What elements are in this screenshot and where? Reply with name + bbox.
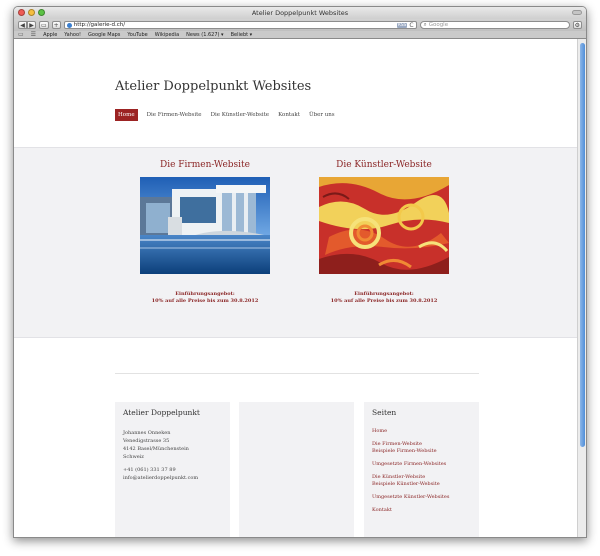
page-viewport: Atelier Doppelpunkt Websites Home Die Fi… [14,39,579,537]
contact-email[interactable]: info@atelierdoppelpunkt.com [123,474,198,482]
rss-button[interactable]: RSS [396,22,408,28]
address-line: Venedigstrasse 35 [123,438,170,444]
bookmark-item[interactable]: YouTube [127,32,147,38]
main-nav: Home Die Firmen-Website Die Künstler-Web… [115,109,335,121]
grid-icon[interactable]: ☰ [31,31,36,38]
bookmarks-bar: ▭ ☰ Apple Yahoo! Google Maps YouTube Wik… [14,31,586,39]
show-tabs-button[interactable]: ▭ [39,21,49,29]
feature-title[interactable]: Die Künstler-Website [304,160,464,170]
nav-item-firmen-website[interactable]: Die Firmen-Website [147,109,202,121]
footer-link-kontakt[interactable]: Kontakt [372,507,449,514]
footer-link-beispiele-kuenstler[interactable]: Beispiele Künstler-Website [372,481,449,488]
offer-line-2: 10% auf alle Preise bis zum 30.8.2012 [330,297,438,304]
browser-toolbar: ◀ ▶ ▭ + http://galerie-d.ch/ RSS C ⌕ Goo… [14,19,586,31]
footer-contact-panel: Atelier Doppelpunkt Johannes Onneken Ven… [115,402,230,537]
footer-link-beispiele-firmen[interactable]: Beispiele Firmen-Website [372,448,449,455]
forward-button[interactable]: ▶ [27,21,36,29]
window-title: Atelier Doppelpunkt Websites [251,9,349,17]
address-line: Johannes Onneken [123,430,171,436]
feature-card-firmen: Die Firmen-Website Einführungsangebot: 1… [125,160,285,304]
settings-button[interactable]: ⚙ [572,21,582,29]
footer-link-umgesetzte-kuenstler[interactable]: Umgesetzte Künstler-Websites [372,494,449,501]
address-text[interactable]: http://galerie-d.ch/ [74,22,395,28]
footer-link-home[interactable]: Home [372,428,449,435]
bookmark-item[interactable]: News (1.627) ▾ [186,32,223,38]
close-window-icon[interactable] [18,9,25,16]
footer-link-umgesetzte-firmen[interactable]: Umgesetzte Firmen-Websites [372,461,449,468]
bookmark-item[interactable]: Google Maps [88,32,120,38]
toolbar-toggle-button[interactable] [572,10,582,15]
footer-link-firmen-website[interactable]: Die Firmen-Website [372,441,449,448]
book-icon[interactable]: ▭ [18,31,24,38]
site-title: Atelier Doppelpunkt Websites [115,79,312,94]
footer-contact-title: Atelier Doppelpunkt [123,408,200,417]
footer-links: Home Die Firmen-Website Beispiele Firmen… [372,428,449,514]
minimize-window-icon[interactable] [28,9,35,16]
vertical-scrollbar[interactable] [577,39,586,537]
contact-phone: +41 (061) 331 37 89 [123,467,176,473]
feature-band: Die Firmen-Website Einführungsangebot: 1… [14,147,579,338]
nav-item-ueber-uns[interactable]: Über uns [309,109,335,121]
bookmark-item[interactable]: Yahoo! [64,32,81,38]
nav-item-kontakt[interactable]: Kontakt [278,109,300,121]
footer-pages-title: Seiten [372,408,397,417]
search-placeholder: Google [428,22,449,28]
address-line: 4142 Basel/Münchenstein [123,446,189,452]
footer-pages-panel: Seiten Home Die Firmen-Website Beispiele… [364,402,479,537]
address-bar[interactable]: http://galerie-d.ch/ RSS C [63,21,417,29]
bookmark-item[interactable]: Wikipedia [155,32,179,38]
address-line: Schweiz [123,454,144,460]
feature-offer: Einführungsangebot: 10% auf alle Preise … [125,291,285,304]
footer-link-kuenstler-website[interactable]: Die Künstler-Website [372,474,449,481]
history-buttons: ◀ ▶ [18,21,36,29]
feature-title[interactable]: Die Firmen-Website [125,160,285,170]
modern-building-photo[interactable] [140,177,270,274]
feature-offer: Einführungsangebot: 10% auf alle Preise … [304,291,464,304]
nav-item-kuenstler-website[interactable]: Die Künstler-Website [211,109,270,121]
footer-empty-panel [239,402,354,537]
zoom-window-icon[interactable] [38,9,45,16]
search-icon: ⌕ [423,21,427,28]
bookmark-item[interactable]: Apple [43,32,57,38]
footer-divider [115,373,479,374]
reload-button[interactable]: C [409,22,413,29]
scrollbar-thumb[interactable] [580,43,585,447]
add-bookmark-button[interactable]: + [51,21,61,29]
bookmark-item[interactable]: Beliebt ▾ [231,32,253,38]
search-field[interactable]: ⌕ Google [419,21,570,29]
nav-item-home[interactable]: Home [115,109,138,121]
footer-address: Johannes Onneken Venedigstrasse 35 4142 … [123,429,198,482]
back-button[interactable]: ◀ [18,21,27,29]
title-bar: Atelier Doppelpunkt Websites [14,7,586,19]
window-controls [18,9,45,16]
feature-card-kuenstler: Die Künstler-Website Einführungsangebot:… [304,160,464,304]
abstract-art-photo[interactable] [319,177,449,274]
browser-window: Atelier Doppelpunkt Websites ◀ ▶ ▭ + htt… [13,6,587,538]
globe-icon [66,22,72,28]
offer-line-2: 10% auf alle Preise bis zum 30.8.2012 [151,297,259,304]
